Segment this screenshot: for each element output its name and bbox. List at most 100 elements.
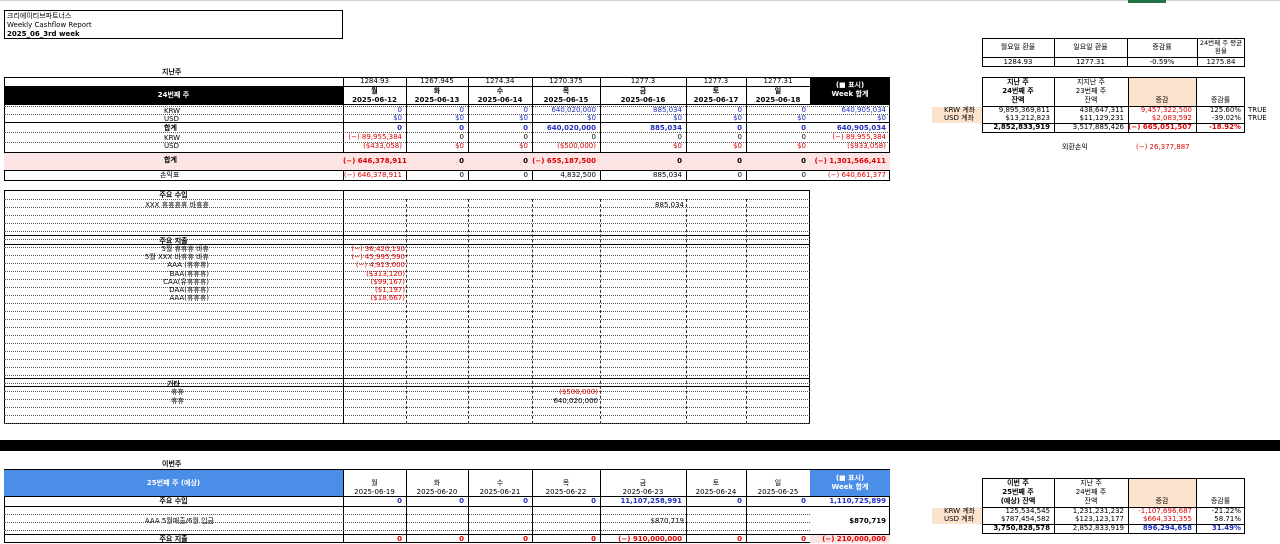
summary-h1-2: 잔액 [1011, 96, 1025, 104]
fx-gain-label: 외환손익 [1062, 143, 1088, 151]
last-rows2-sum-5: 0 [737, 157, 742, 165]
last-rows2-fx-5: 0 [737, 171, 742, 179]
last-rows2-sum-4: 0 [677, 157, 682, 165]
report-name: Weekly Cashflow Report [7, 21, 92, 29]
this-total-head: (■ 표시) Week 합계 [810, 470, 890, 496]
last-total-head: (■ 표시) Week 합계 [810, 77, 890, 104]
last-rows1-usd-3: $0 [587, 114, 596, 122]
report-title-box[interactable]: 크리에이티브파트너스 Weekly Cashflow Report 2025_0… [4, 10, 343, 39]
summary-h4: 증감률 [1210, 497, 1231, 505]
detail-row-line [4, 407, 810, 408]
summary-h2-0: 지지난 주 [1077, 78, 1105, 86]
last-rows2-fx-7: (−) 640,661,377 [827, 171, 886, 179]
last-rows1-sum-0: 0 [397, 124, 402, 132]
company-name: 크리에이티브파트너스 [7, 12, 72, 20]
next-day-3: 목 [562, 479, 570, 487]
summary-h2-2: 잔액 [1084, 96, 1098, 104]
detail-row-line [4, 231, 810, 232]
rate-row-line [343, 86, 810, 87]
last-rows2-fx-2: 0 [523, 171, 528, 179]
detail-row-line [4, 215, 810, 216]
last-day-6: 일 [774, 87, 782, 95]
next-income-2: 0 [523, 497, 528, 505]
summary-row-a-1: $13,212,823 [1005, 114, 1050, 122]
last-rows2-krw-1: 0 [459, 133, 464, 141]
summary-total-c: (−) 665,051,507 [1128, 123, 1192, 131]
last-rate-6: 1277.31 [763, 77, 793, 85]
last-fx-label: 손익표 [160, 171, 180, 179]
last-rows2-fx-6: 0 [801, 171, 806, 179]
next-income-6: 0 [801, 497, 806, 505]
summary-h3: 증감 [1155, 96, 1169, 104]
last-rows2-usd-6: $0 [797, 142, 806, 150]
last-rows2-sum-1: 0 [459, 157, 464, 165]
last-rows2-sum-6: 0 [801, 157, 806, 165]
last-rate-5: 1277.3 [703, 77, 729, 85]
next-dot-line [4, 530, 810, 531]
last-rows1-usd-7: $0 [877, 114, 886, 122]
this-total-head-text: (■ 표시) [835, 474, 865, 482]
detail-row-line [4, 351, 810, 352]
next-income-total: 1,110,725,899 [829, 497, 886, 505]
detail-col-dash [468, 199, 469, 424]
last-rows2-krw-0: (−) 89,955,384 [348, 133, 402, 141]
next-income-item-total: $870,719 [849, 517, 886, 525]
summary-total-b: 2,852,833,919 [1072, 524, 1124, 532]
detail-col-dash [406, 199, 407, 424]
expense-item-6: AAA(휴휴휴) [169, 294, 209, 303]
income-item-value: 885,034 [655, 201, 684, 209]
next-day-6: 일 [774, 479, 782, 487]
summary-row-a-1: $787,454,582 [1001, 515, 1050, 523]
row-line [4, 152, 890, 153]
selected-cell-indicator [1128, 0, 1166, 3]
detail-row-line [4, 311, 810, 312]
summary-row-d-1: 58.71% [1214, 515, 1241, 523]
last-rows2-fx-3: 4,832,500 [560, 171, 596, 179]
last-rows1-sum-1: 0 [459, 124, 464, 132]
last-rate-0: 1284.93 [360, 77, 389, 85]
last-day-0: 월 [371, 87, 378, 95]
summary-row-c-1: $2,083,592 [1151, 114, 1192, 122]
other-value-1: 640,020,000 [553, 396, 598, 405]
last-rows1-sum-7: 640,905,034 [836, 124, 886, 132]
next-income-5: 0 [737, 497, 742, 505]
fx-rate-table[interactable]: 월요일 환율 일요일 환율 증감률 24번째 주 평균환율 1284.93 12… [982, 38, 1245, 67]
fx-val-sun: 1277.31 [1076, 58, 1105, 66]
last-rows2-sum-0: (−) 646,378,911 [343, 157, 407, 165]
last-rows2-usd-0: ($433,058) [363, 142, 402, 150]
summary-h1-0: 이번 주 [1007, 479, 1029, 487]
summary-total-d: -18.92% [1208, 123, 1241, 131]
summary-row-e-1: TRUE [1248, 114, 1267, 122]
next-income-4: 11,107,258,991 [620, 497, 682, 505]
summary-total-c: 896,294,658 [1142, 524, 1192, 532]
next-income-title: 주요 수입 [159, 497, 188, 505]
last-rows2-krw-7: (−) 89,955,384 [832, 133, 886, 141]
summary-h2-2: 잔액 [1084, 497, 1098, 505]
next-row-line [4, 506, 890, 507]
next-day-1: 화 [433, 479, 441, 487]
last-rows2-usd-7: ($933,058) [847, 142, 886, 150]
detail-col-dash [746, 199, 747, 424]
income-item: XXX 휴휴휴휴 바휴휴 [145, 201, 209, 209]
last-day-1: 화 [433, 87, 441, 95]
summary-row-b-1: $11,129,231 [1079, 114, 1124, 122]
summary-total-b: 3,517,885,426 [1072, 123, 1124, 131]
this-total-sub-text: Week 합계 [831, 483, 869, 491]
summary-row-c-1: $664,331,355 [1143, 515, 1192, 523]
last-rows2-fx-4: 885,034 [653, 171, 682, 179]
summary-row-label-1: USD 계좌 [944, 515, 975, 523]
detail-col-line [343, 190, 344, 424]
last-week-label: 지난주 [162, 68, 182, 76]
last-rows2-sum-7: (−) 1,301,566,411 [814, 157, 886, 165]
fx-head-change: 증감률 [1152, 43, 1172, 51]
detail-col-dash [686, 199, 687, 424]
summary-h4: 증감률 [1210, 96, 1231, 104]
next-income-3: 0 [591, 497, 596, 505]
last-rows2-krw-3: 0 [591, 133, 596, 141]
last-rows1-usd-0: $0 [393, 114, 402, 122]
detail-row-line [4, 335, 810, 336]
other-item-1: 휴휴 [171, 396, 184, 405]
last-rows2-krw-2: 0 [523, 133, 528, 141]
fx-head-sun: 일요일 환율 [1073, 43, 1108, 51]
last-rows2-fx-0: (−) 646,378,911 [343, 171, 402, 179]
